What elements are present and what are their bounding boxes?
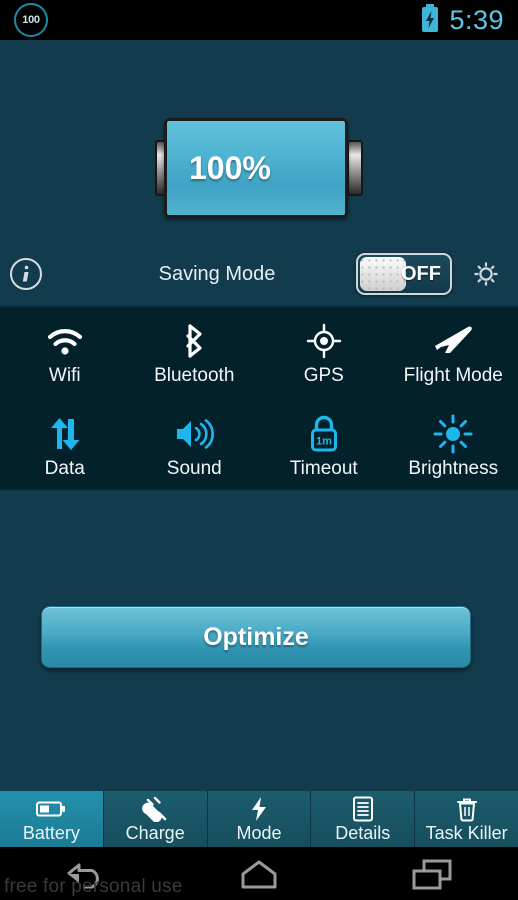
toggle-brightness[interactable]: Brightness — [389, 400, 518, 493]
info-icon[interactable] — [6, 254, 46, 294]
bluetooth-icon — [179, 321, 209, 361]
toggle-sound[interactable]: Sound — [130, 400, 260, 493]
toggle-flight-mode[interactable]: Flight Mode — [389, 307, 518, 400]
tab-details-label: Details — [335, 822, 391, 843]
plug-icon — [142, 796, 168, 822]
speaker-icon — [173, 414, 215, 454]
airplane-icon — [432, 321, 474, 361]
tab-mode[interactable]: Mode — [207, 791, 312, 847]
bolt-icon — [249, 796, 269, 822]
svg-text:1m: 1m — [316, 436, 332, 448]
tab-task-killer[interactable]: Task Killer — [415, 791, 518, 847]
saving-mode-label: Saving Mode — [158, 262, 276, 285]
tab-battery-label: Battery — [22, 822, 80, 843]
tab-mode-label: Mode — [236, 822, 282, 843]
saving-mode-toggle[interactable]: OFF — [356, 253, 452, 295]
toggle-wifi-label: Wifi — [48, 365, 81, 386]
toggle-bluetooth[interactable]: Bluetooth — [130, 307, 260, 400]
toggle-knob — [360, 257, 406, 291]
status-bar-right: 5:39 — [420, 3, 504, 37]
tab-details[interactable]: Details — [311, 791, 416, 847]
tab-battery[interactable]: Battery — [0, 791, 104, 847]
toggle-brightness-label: Brightness — [408, 458, 499, 479]
battery-panel: 100% Saving Mode OFF — [0, 40, 518, 305]
status-bar-clock: 5:39 — [449, 4, 504, 35]
toggle-timeout-label: Timeout — [289, 458, 358, 479]
battery-cap-right — [347, 140, 363, 196]
battery-gauge: 100% — [155, 118, 363, 218]
toggle-flight-mode-label: Flight Mode — [403, 365, 503, 386]
bottom-tab-bar: Battery Charge Mode Details Task Killer — [0, 791, 518, 847]
toggle-timeout[interactable]: 1m Timeout — [259, 400, 389, 493]
gps-icon — [305, 321, 343, 361]
battery-body: 100% — [164, 118, 348, 218]
recents-icon[interactable] — [397, 854, 467, 894]
tab-charge[interactable]: Charge — [103, 791, 208, 847]
saving-mode-row: Saving Mode OFF — [0, 245, 518, 303]
optimize-panel: Optimize — [0, 491, 518, 791]
tab-charge-label: Charge — [125, 822, 185, 843]
toggle-wifi[interactable]: Wifi — [0, 307, 130, 400]
toggle-gps-label: GPS — [303, 365, 344, 386]
data-transfer-icon — [45, 414, 85, 454]
tab-task-killer-label: Task Killer — [425, 822, 508, 843]
sun-icon — [433, 414, 473, 454]
optimize-button-label: Optimize — [203, 622, 309, 651]
toggle-data[interactable]: Data — [0, 400, 130, 493]
battery-percent-badge-label: 100 — [22, 14, 40, 26]
battery-charging-icon — [420, 3, 440, 37]
toggle-bluetooth-label: Bluetooth — [154, 365, 235, 386]
lock-timeout-icon: 1m — [306, 414, 342, 454]
document-icon — [352, 796, 374, 822]
optimize-button[interactable]: Optimize — [41, 606, 471, 668]
toggle-data-label: Data — [44, 458, 85, 479]
toggle-state-label: OFF — [401, 262, 441, 285]
quick-toggles-panel: Wifi Bluetooth GPS Flight Mode Data Soun… — [0, 305, 518, 491]
status-bar: 100 5:39 — [0, 0, 518, 40]
gear-icon[interactable] — [466, 254, 506, 294]
wifi-icon — [44, 321, 86, 361]
toggle-gps[interactable]: GPS — [259, 307, 389, 400]
app-screen: 100 5:39 100% Saving Mode OFF Wifi Bluet… — [0, 0, 518, 900]
trash-icon — [456, 796, 478, 822]
home-icon[interactable] — [224, 854, 294, 894]
toggle-sound-label: Sound — [166, 458, 222, 479]
battery-percent-badge: 100 — [14, 3, 48, 37]
battery-icon — [36, 796, 66, 822]
battery-percent-label: 100% — [189, 149, 271, 186]
watermark-text: free for personal use — [4, 876, 183, 897]
quick-toggles-row-1: Wifi Bluetooth GPS Flight Mode — [0, 307, 518, 400]
quick-toggles-row-2: Data Sound 1m Timeout Brightness — [0, 400, 518, 493]
